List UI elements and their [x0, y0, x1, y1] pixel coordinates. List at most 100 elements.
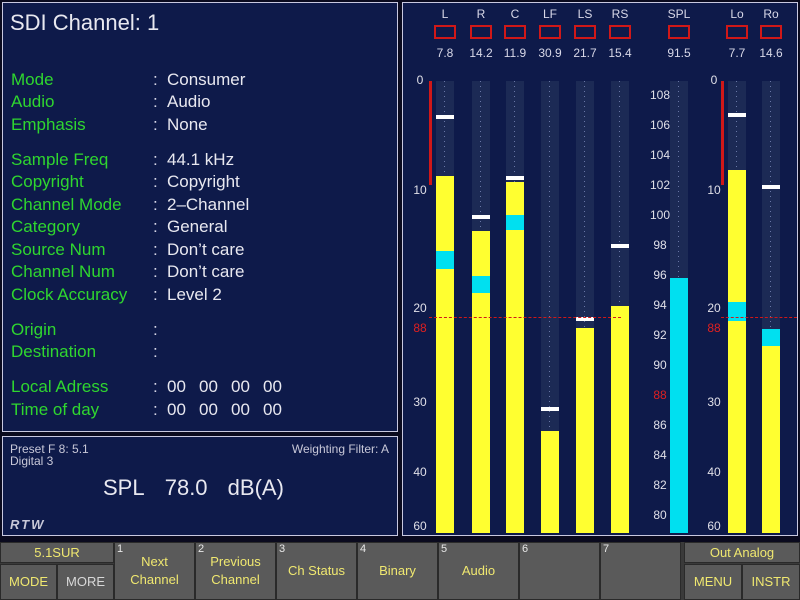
function-key-number: 3	[279, 543, 286, 555]
field-copyright: Copyright: Copyright	[3, 171, 397, 193]
softkey-toolbar: 5.1SUR MODE MORE 1 Next Channel 2 Previous …	[0, 542, 800, 600]
field-channel-mode: Channel Mode:2–Channel	[3, 194, 397, 216]
spl-panel: Preset F 8: 5.1 Digital 3 Weighting Filt…	[2, 436, 398, 536]
field-label: Destination	[11, 342, 97, 361]
scale-tick-label: 88	[413, 321, 427, 335]
meter-level	[611, 305, 629, 533]
output-display-label: Out Analog	[709, 545, 775, 560]
field-value: 00 00 00 00	[167, 376, 295, 398]
field-sample-freq: Sample Freq:44.1 kHz	[3, 149, 397, 171]
reference-line	[721, 317, 797, 318]
mode-button[interactable]: MODE	[0, 564, 57, 600]
peak-indicator-rs	[609, 25, 631, 39]
scale-tick-label: 84	[653, 448, 667, 462]
peak-hold-marker	[541, 406, 559, 411]
peak-value-ls: 21.7	[573, 46, 597, 60]
peak-value-lf: 30.9	[538, 46, 562, 60]
peak-value-spl: 91.5	[667, 46, 691, 60]
field-value-part: 00	[231, 377, 250, 396]
spl-unit: dB(A)	[227, 475, 284, 500]
field-label: Category	[11, 217, 80, 236]
scale-tick-label: 108	[649, 88, 671, 102]
instr-button[interactable]: INSTR	[742, 564, 800, 600]
field-mode: Mode: Consumer	[3, 69, 397, 91]
channel-label-ro: Ro	[763, 7, 779, 21]
field-channel-num: Channel Num: Don’t care	[3, 261, 397, 283]
peak-value-c: 11.9	[503, 46, 527, 60]
function-key-label: Audio	[461, 563, 496, 578]
peak-hold-marker	[472, 214, 490, 219]
field-label: Audio	[11, 92, 55, 111]
scale-tick-label: 60	[707, 519, 721, 533]
scale-tick-label: 96	[653, 268, 667, 282]
scale-tick-label: 100	[649, 208, 671, 222]
field-label: Channel Num	[11, 262, 115, 281]
field-category: Category: General	[3, 216, 397, 238]
field-label: Local Adress	[11, 377, 109, 396]
field-colon: :	[153, 377, 158, 396]
peak-value-rs: 15.4	[608, 46, 632, 60]
meter-bar-lo	[728, 81, 746, 533]
output-display: Out Analog	[684, 542, 800, 563]
function-key-1[interactable]: 1 Next Channel	[114, 542, 195, 600]
field-label: Source Num	[11, 240, 106, 259]
function-key-4[interactable]: 4 Binary	[357, 542, 438, 600]
field-colon: :	[153, 400, 158, 419]
peak-hold-marker	[762, 185, 780, 190]
spl-readout: SPL 78.0 dB(A)	[103, 475, 298, 501]
meter-level	[728, 169, 746, 533]
field-colon: :	[153, 240, 158, 259]
function-key-6[interactable]: 6	[519, 542, 600, 600]
scale-tick-label: 98	[653, 238, 667, 252]
menu-button[interactable]: MENU	[684, 564, 742, 600]
scale-tick-label: 86	[653, 418, 667, 432]
scale-tick-label: 88	[653, 388, 667, 402]
field-value-part: 00	[263, 377, 282, 396]
function-key-2[interactable]: 2 Previous Channel	[195, 542, 276, 600]
function-key-label: Binary	[379, 563, 416, 578]
meter-bar-ls	[576, 81, 594, 533]
field-colon: :	[153, 320, 158, 339]
meter-level	[541, 430, 559, 533]
function-key-label: Next Channel	[130, 554, 179, 587]
meter-level	[576, 328, 594, 533]
field-value: Copyright	[167, 172, 240, 191]
field-label: Mode	[11, 70, 54, 89]
channel-status-panel: SDI Channel: 1 Mode: Consumer Audio: Audio E…	[2, 2, 398, 432]
field-label: Sample Freq	[11, 150, 109, 169]
meter-bar-lf	[541, 81, 559, 533]
peak-hold-marker	[576, 317, 594, 322]
peak-hold-marker	[506, 176, 524, 181]
field-value: 2–Channel	[167, 195, 250, 214]
field-value: Consumer	[167, 70, 246, 89]
function-key-5[interactable]: 5 Audio	[438, 542, 519, 600]
scale-tick-label: 106	[649, 118, 671, 132]
channel-label-lf: LF	[542, 7, 557, 21]
peak-indicator-l	[434, 25, 456, 39]
scale-tick-label: 102	[649, 178, 671, 192]
meter-segment	[506, 214, 524, 231]
meter-bar-ro	[762, 81, 780, 533]
field-label: Clock Accuracy	[11, 285, 128, 304]
field-destination: Destination:	[3, 341, 397, 363]
scale-tick-label: 30	[413, 395, 427, 409]
rtw-logo: RTW	[10, 517, 46, 532]
field-label: Copyright	[11, 172, 84, 191]
field-colon: :	[153, 70, 158, 89]
channel-label-spl: SPL	[667, 7, 691, 21]
channel-label-l: L	[441, 7, 449, 21]
field-value: Don’t care	[167, 262, 245, 281]
function-key-3[interactable]: 3 Ch Status	[276, 542, 357, 600]
field-colon: :	[153, 150, 158, 169]
more-button[interactable]: MORE	[57, 564, 114, 600]
field-value-part: 00	[199, 377, 218, 396]
function-key-7[interactable]: 7	[600, 542, 681, 600]
spl-value: 78.0	[164, 475, 208, 500]
field-value-part: 00	[231, 400, 250, 419]
field-value-part: 00	[263, 400, 282, 419]
mode-display-label: 5.1SUR	[34, 545, 80, 560]
meter-segment	[472, 276, 490, 294]
scale-tick-label: 20	[413, 301, 427, 315]
peak-hold-marker	[728, 113, 746, 118]
field-value: Audio	[167, 92, 211, 111]
